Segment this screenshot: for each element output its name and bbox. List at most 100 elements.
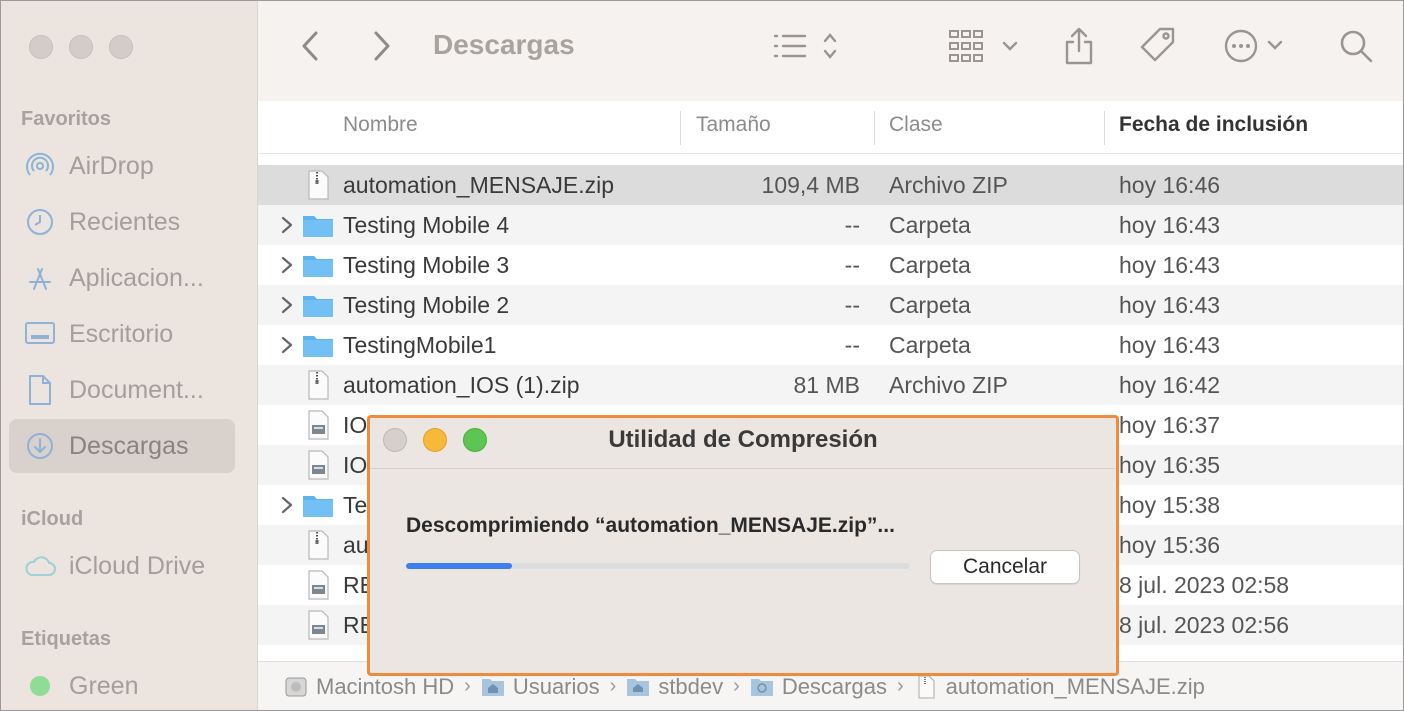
disclosure-triangle-icon[interactable]: [280, 335, 294, 355]
sidebar-item-downloads[interactable]: Descargas: [9, 419, 235, 473]
progress-fill: [406, 563, 512, 569]
folder-icon: [302, 249, 334, 281]
close-window-button[interactable]: [29, 35, 53, 59]
column-divider[interactable]: [1104, 111, 1105, 145]
zoom-window-button[interactable]: [109, 35, 133, 59]
forward-button[interactable]: [370, 25, 394, 71]
file-name: Te: [343, 492, 368, 518]
file-row[interactable]: Testing Mobile 4 -- Carpeta hoy 16:43: [258, 205, 1403, 245]
sidebar-item-recents[interactable]: Recientes: [9, 195, 235, 249]
file-kind: Carpeta: [889, 212, 971, 238]
file-size: --: [844, 332, 860, 358]
folder-icon: [302, 289, 334, 321]
sidebar-item-label: Aplicacion...: [69, 263, 204, 292]
file-date-added: 8 jul. 2023 02:56: [1119, 612, 1290, 638]
disclosure-triangle-icon[interactable]: [280, 215, 294, 235]
search-button[interactable]: [1338, 25, 1374, 71]
column-divider[interactable]: [680, 111, 681, 145]
file-date-added: hoy 16:46: [1119, 172, 1221, 198]
file-row[interactable]: TestingMobile1 -- Carpeta hoy 16:43: [258, 325, 1403, 365]
sidebar-item-label: Recientes: [69, 207, 181, 236]
more-actions-button[interactable]: [1223, 25, 1285, 71]
path-crumb[interactable]: Descargas ›: [750, 674, 914, 700]
path-crumb[interactable]: stbdev ›: [626, 674, 750, 700]
sidebar-item-desktop[interactable]: Escritorio: [9, 307, 235, 361]
cancel-button[interactable]: Cancelar: [930, 550, 1080, 584]
group-button[interactable]: [948, 25, 1022, 71]
airdrop-icon: [23, 149, 57, 183]
folder-home-icon: [481, 675, 505, 699]
sidebar-item-applications[interactable]: Aplicacion...: [9, 251, 235, 305]
sidebar-item-documents[interactable]: Document...: [9, 363, 235, 417]
file-date-added: hoy 16:42: [1119, 372, 1221, 398]
decompress-message: Descomprimiendo “automation_MENSAJE.zip”…: [406, 514, 895, 537]
column-size[interactable]: Tamaño: [696, 113, 771, 137]
home-icon: [626, 675, 650, 699]
path-crumb-label: Usuarios: [512, 673, 600, 699]
disclosure-triangle-icon[interactable]: [280, 255, 294, 275]
column-date-added[interactable]: Fecha de inclusión: [1119, 113, 1308, 137]
file-name: Testing Mobile 4: [343, 212, 510, 238]
file-kind: Carpeta: [889, 292, 971, 318]
path-crumb-label: Descargas: [781, 673, 887, 699]
column-divider[interactable]: [874, 111, 875, 145]
file-date-added: hoy 16:37: [1119, 412, 1221, 438]
file-date-added: hoy 16:35: [1119, 452, 1221, 478]
file-date-added: hoy 15:36: [1119, 532, 1221, 558]
applications-icon: [23, 261, 57, 295]
file-name: TestingMobile1: [343, 332, 497, 358]
file-row[interactable]: automation_MENSAJE.zip 109,4 MB Archivo ZI…: [258, 165, 1403, 205]
sidebar-item-icloud-drive[interactable]: iCloud Drive: [9, 539, 235, 593]
folder-icon: [302, 209, 334, 241]
file-name: Testing Mobile 3: [343, 252, 510, 278]
toolbar: Descargas: [258, 1, 1403, 101]
column-header: Nombre Tamaño Clase Fecha de inclusión: [258, 101, 1403, 154]
zip-file-icon: [302, 529, 334, 561]
document-file-icon: [302, 449, 334, 481]
share-button[interactable]: [1063, 25, 1095, 71]
file-row[interactable]: Testing Mobile 3 -- Carpeta hoy 16:43: [258, 245, 1403, 285]
minimize-window-button[interactable]: [69, 35, 93, 59]
icloud-heading: iCloud: [21, 508, 84, 530]
file-name: Testing Mobile 2: [343, 292, 510, 318]
view-options-button[interactable]: [771, 25, 841, 71]
file-row[interactable]: Testing Mobile 2 -- Carpeta hoy 16:43: [258, 285, 1403, 325]
document-file-icon: [302, 409, 334, 441]
sidebar-item-label: Green: [69, 671, 139, 700]
folder-downloads-icon: [750, 675, 774, 699]
downloads-icon: [23, 429, 57, 463]
file-date-added: hoy 16:43: [1119, 332, 1221, 358]
file-name: IO: [343, 452, 368, 478]
file-size: 109,4 MB: [761, 172, 860, 198]
zip-icon: [914, 675, 938, 699]
file-row[interactable]: automation_IOS (1).zip 81 MB Archivo ZIP ho…: [258, 365, 1403, 405]
back-button[interactable]: [298, 25, 322, 71]
file-size: --: [844, 212, 860, 238]
path-separator-icon: ›: [609, 675, 617, 697]
sidebar-item-tag-green[interactable]: Green: [9, 659, 235, 710]
file-name: IO: [343, 412, 368, 438]
cloud-icon: [23, 549, 57, 583]
folder-icon: [302, 489, 334, 521]
file-size: --: [844, 252, 860, 278]
sidebar-item-airdrop[interactable]: AirDrop: [9, 139, 235, 193]
progress-bar: [406, 563, 910, 569]
favorites-heading: Favoritos: [21, 108, 112, 130]
disclosure-triangle-icon[interactable]: [280, 295, 294, 315]
file-date-added: 8 jul. 2023 02:58: [1119, 572, 1290, 598]
disclosure-triangle-icon[interactable]: [280, 495, 294, 515]
column-kind[interactable]: Clase: [889, 113, 943, 137]
tag-button[interactable]: [1138, 25, 1178, 71]
window-title: Descargas: [433, 29, 575, 60]
zip-file-icon: [302, 369, 334, 401]
column-name[interactable]: Nombre: [343, 113, 418, 137]
sidebar-item-label: Escritorio: [69, 319, 174, 348]
path-separator-icon: ›: [464, 675, 471, 697]
path-crumb[interactable]: Macintosh HD ›: [284, 674, 481, 700]
path-crumb[interactable]: Usuarios ›: [481, 674, 626, 700]
file-date-added: hoy 15:38: [1119, 492, 1221, 518]
file-kind: Archivo ZIP: [889, 172, 1008, 198]
path-separator-icon: ›: [733, 675, 740, 697]
path-crumb[interactable]: automation_MENSAJE.zip: [914, 674, 1205, 700]
tags-heading: Etiquetas: [21, 628, 112, 650]
